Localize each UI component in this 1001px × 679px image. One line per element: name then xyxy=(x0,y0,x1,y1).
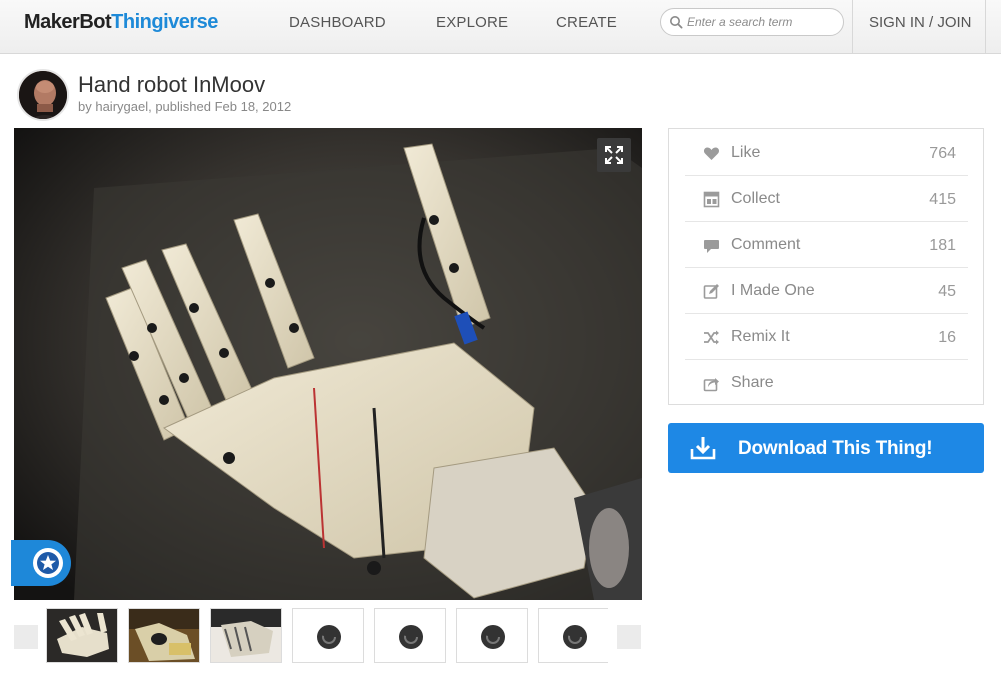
i-made-one-count: 45 xyxy=(938,283,956,300)
download-icon xyxy=(690,437,716,460)
search-icon xyxy=(670,16,683,29)
thing-title: Hand robot InMoov xyxy=(78,72,266,97)
download-thing-button[interactable]: Download This Thing! xyxy=(668,423,984,473)
search-box[interactable] xyxy=(660,8,844,36)
robot-hand-photo xyxy=(14,128,642,600)
avatar-portrait-image xyxy=(19,71,67,119)
share-icon xyxy=(703,378,719,392)
thing-actions-panel: Like 764 Collect 415 Comment 181 I Made … xyxy=(668,128,984,405)
fullscreen-expand-button[interactable] xyxy=(597,138,631,172)
comment-label: Comment xyxy=(731,236,801,253)
thumbnails-prev-button[interactable] xyxy=(14,625,38,649)
like-action[interactable]: Like 764 xyxy=(685,130,968,176)
loading-spinner-icon xyxy=(563,625,587,649)
remix-count: 16 xyxy=(938,329,956,346)
thumbnail-1[interactable] xyxy=(46,608,118,663)
featured-badge-tab[interactable] xyxy=(11,540,71,586)
expand-arrows-icon xyxy=(605,146,623,164)
designer-avatar[interactable] xyxy=(17,69,69,121)
main-thing-image[interactable] xyxy=(14,128,642,600)
thumbnail-2-image xyxy=(129,609,199,662)
comment-action[interactable]: Comment 181 xyxy=(685,222,968,268)
thing-author-published: by hairygael, published Feb 18, 2012 xyxy=(78,99,292,114)
collect-label: Collect xyxy=(731,190,780,207)
nav-explore-link[interactable]: EXPLORE xyxy=(436,14,508,31)
collect-count: 415 xyxy=(929,191,956,208)
loading-spinner-icon xyxy=(399,625,423,649)
loading-spinner-icon xyxy=(481,625,505,649)
nav-dashboard-link[interactable]: DASHBOARD xyxy=(289,14,386,31)
collect-icon xyxy=(703,191,720,208)
share-action[interactable]: Share xyxy=(685,360,968,406)
thumbnail-2[interactable] xyxy=(128,608,200,663)
thumbnail-7-loading[interactable] xyxy=(538,608,608,663)
like-label: Like xyxy=(731,144,761,161)
heart-icon xyxy=(703,147,720,160)
remix-label: Remix It xyxy=(731,328,790,345)
top-navigation-bar: MakerBotThingiverse DASHBOARD EXPLORE CR… xyxy=(0,0,1001,54)
comment-count: 181 xyxy=(929,237,956,254)
thumbnails-next-button[interactable] xyxy=(617,625,641,649)
share-label: Share xyxy=(731,374,774,391)
thumbnail-5-loading[interactable] xyxy=(374,608,446,663)
i-made-one-action[interactable]: I Made One 45 xyxy=(685,268,968,314)
loading-spinner-icon xyxy=(317,625,341,649)
thumbnail-3-image xyxy=(211,609,281,662)
logo-thingiverse-text: Thingiverse xyxy=(111,11,218,33)
collect-action[interactable]: Collect 415 xyxy=(685,176,968,222)
thumbnail-6-loading[interactable] xyxy=(456,608,528,663)
download-button-label: Download This Thing! xyxy=(738,438,933,459)
nav-create-link[interactable]: CREATE xyxy=(556,14,617,31)
signin-container: SIGN IN / JOIN xyxy=(852,0,986,54)
logo-makerbot-text: MakerBot xyxy=(24,11,112,33)
i-made-one-label: I Made One xyxy=(731,282,815,299)
thumbnail-4-loading[interactable] xyxy=(292,608,364,663)
signin-join-link[interactable]: SIGN IN / JOIN xyxy=(869,14,972,31)
thumbnail-1-image xyxy=(47,609,117,662)
edit-icon xyxy=(703,284,719,299)
remix-icon xyxy=(704,330,719,345)
search-input[interactable] xyxy=(687,13,837,31)
like-count: 764 xyxy=(929,145,956,162)
remix-action[interactable]: Remix It 16 xyxy=(685,314,968,360)
comment-icon xyxy=(704,240,719,253)
badge-circle xyxy=(33,548,63,578)
star-badge-icon xyxy=(37,552,59,574)
thumbnail-3[interactable] xyxy=(210,608,282,663)
makerbot-thingiverse-logo[interactable]: MakerBotThingiverse xyxy=(24,11,218,34)
